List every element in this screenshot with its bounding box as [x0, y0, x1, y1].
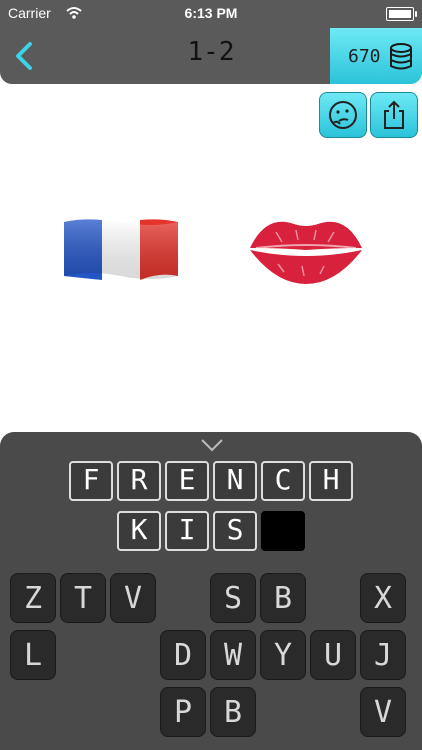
coins-button[interactable]: 670 [330, 28, 422, 84]
letter-key[interactable]: W [210, 630, 256, 680]
coins-count: 670 [348, 46, 381, 67]
battery-icon [386, 7, 417, 21]
share-icon [384, 100, 404, 129]
answer-slot[interactable]: E [165, 461, 209, 501]
coin-stack-icon [390, 43, 412, 70]
answer-slot[interactable]: C [261, 461, 305, 501]
thinking-face-icon [329, 101, 357, 129]
answer-slot[interactable]: I [165, 511, 209, 551]
letter-key[interactable]: V [360, 687, 406, 737]
french-flag-emoji [64, 219, 178, 280]
letter-key[interactable]: X [360, 573, 406, 623]
letter-key[interactable]: B [260, 573, 306, 623]
answer-slot[interactable]: F [69, 461, 113, 501]
letter-key[interactable]: L [10, 630, 56, 680]
letter-key[interactable]: S [210, 573, 256, 623]
answer-slot[interactable]: N [213, 461, 257, 501]
answer-slot[interactable]: S [213, 511, 257, 551]
answer-slot[interactable]: H [309, 461, 353, 501]
letter-key[interactable]: P [160, 687, 206, 737]
letter-key[interactable]: D [160, 630, 206, 680]
answer-slot[interactable]: R [117, 461, 161, 501]
kiss-lips-emoji [250, 221, 362, 284]
letter-key[interactable]: Z [10, 573, 56, 623]
letter-key[interactable]: B [210, 687, 256, 737]
letter-key[interactable]: Y [260, 630, 306, 680]
status-time: 6:13 PM [184, 5, 238, 21]
answer-slot[interactable]: K [117, 511, 161, 551]
letter-key[interactable]: J [360, 630, 406, 680]
letter-key[interactable]: T [60, 573, 106, 623]
letter-key[interactable]: U [310, 630, 356, 680]
letter-key[interactable]: V [110, 573, 156, 623]
share-button[interactable] [370, 92, 418, 138]
top-bar: 1-2 670 [0, 28, 422, 84]
hint-button[interactable] [319, 92, 367, 138]
answer-slot-empty[interactable] [261, 511, 305, 551]
status-bar: Carrier 6:13 PM [0, 0, 422, 28]
chevron-down-icon[interactable] [200, 438, 224, 452]
